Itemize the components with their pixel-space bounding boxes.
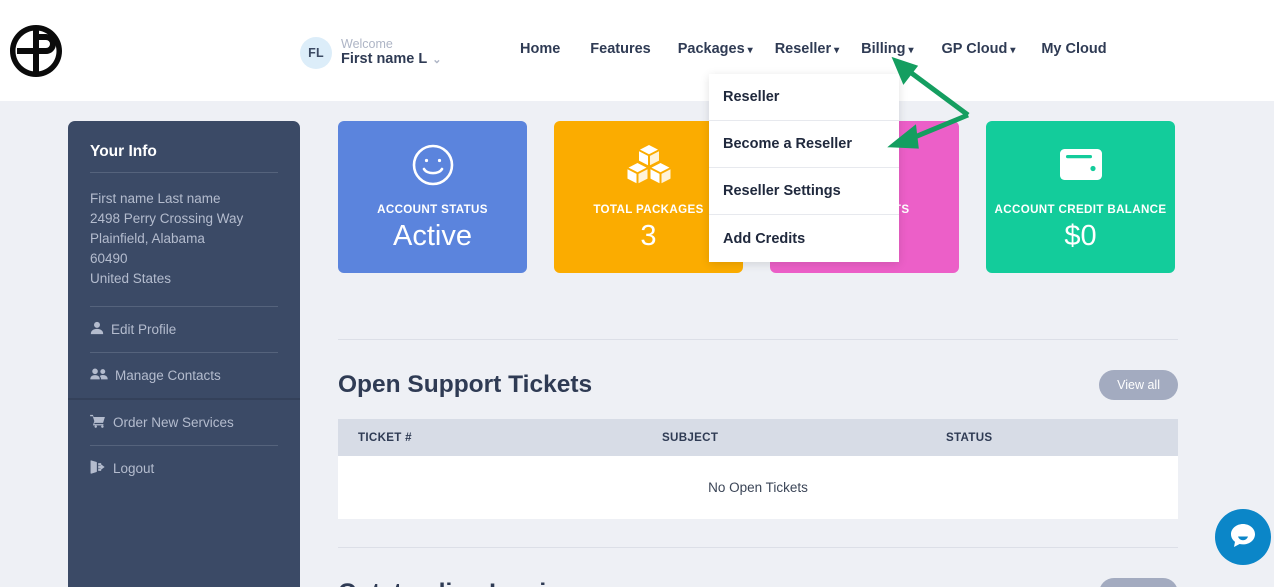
sidebar-item-logout[interactable]: Logout: [90, 446, 278, 491]
chat-bubble-icon: [1228, 520, 1258, 555]
column-header-subject: SUBJECT: [642, 419, 926, 456]
column-header-status: STATUS: [926, 419, 1178, 456]
top-header: FL Welcome First name L ⌄ Home Features …: [0, 0, 1274, 101]
users-icon: [90, 367, 108, 384]
section-divider-2: [338, 547, 1178, 548]
empty-state-message: No Open Tickets: [338, 456, 1178, 519]
dropdown-item-reseller-settings[interactable]: Reseller Settings: [709, 168, 899, 215]
nav-item-home-label: Home: [520, 41, 561, 57]
chevron-down-icon: ▾: [1010, 44, 1016, 56]
stat-card-value: Active: [393, 220, 472, 252]
nav-item-my-cloud-label: My Cloud: [1041, 41, 1107, 57]
nav-item-home[interactable]: Home: [520, 41, 560, 57]
column-header-ticket-number: TICKET #: [338, 419, 642, 456]
chevron-down-icon: ⌄: [432, 54, 442, 67]
sidebar-address-block: First name Last name 2498 Perry Crossing…: [90, 173, 278, 306]
nav-item-reseller[interactable]: Reseller ▾: [775, 41, 839, 57]
sidebar-item-order-new-services-label: Order New Services: [113, 415, 234, 430]
nav-item-packages[interactable]: Packages ▾: [678, 41, 753, 57]
stat-card-value: $0: [1064, 220, 1097, 252]
boxes-icon: [626, 141, 672, 189]
stat-card-label: ACCOUNT CREDIT BALANCE: [994, 203, 1167, 216]
reseller-dropdown-menu: Reseller Become a Reseller Reseller Sett…: [709, 74, 899, 262]
nav-item-gp-cloud[interactable]: GP Cloud ▾: [942, 41, 1016, 57]
sidebar-item-order-new-services[interactable]: Order New Services: [90, 400, 278, 445]
address-line-country: United States: [90, 271, 172, 286]
sidebar: Your Info First name Last name 2498 Perr…: [68, 121, 300, 587]
dropdown-item-become-a-reseller[interactable]: Become a Reseller: [709, 121, 899, 168]
chevron-down-icon: ▾: [747, 44, 753, 56]
dropdown-item-reseller-settings-label: Reseller Settings: [723, 183, 841, 199]
gp-monogram-logo[interactable]: [8, 22, 64, 80]
sidebar-item-edit-profile[interactable]: Edit Profile: [90, 307, 278, 352]
smiley-face-icon: [410, 141, 456, 189]
open-support-tickets-section: Open Support Tickets View all TICKET # S…: [338, 370, 1178, 519]
wallet-icon: [1058, 141, 1104, 189]
address-line-city-state: Plainfield, Alabama: [90, 231, 205, 246]
sidebar-title: Your Info: [90, 143, 157, 160]
table-header-row: TICKET # SUBJECT STATUS: [338, 419, 1178, 456]
shopping-cart-icon: [90, 414, 106, 431]
nav-item-gp-cloud-label: GP Cloud: [941, 41, 1008, 57]
chevron-down-icon: ▾: [908, 44, 914, 56]
dropdown-item-reseller[interactable]: Reseller: [709, 74, 899, 121]
outstanding-invoices-section: Outstanding Invoices View all: [338, 578, 1178, 587]
view-all-invoices-button[interactable]: View all: [1099, 578, 1178, 587]
section-divider-1: [338, 339, 1178, 340]
user-name: First name L ⌄: [341, 51, 442, 68]
dropdown-item-add-credits-label: Add Credits: [723, 230, 806, 247]
stat-card-label: TOTAL PACKAGES: [593, 203, 704, 216]
stat-card-account-status: ACCOUNT STATUS Active: [338, 121, 527, 273]
user-name-text: First name L: [341, 51, 428, 68]
avatar: FL: [300, 37, 332, 69]
nav-item-packages-label: Packages: [677, 41, 745, 57]
chevron-down-icon: ▾: [834, 44, 840, 56]
page-title-invoices: Outstanding Invoices: [338, 579, 587, 587]
view-all-tickets-button[interactable]: View all: [1099, 370, 1178, 400]
table-row-empty: No Open Tickets: [338, 456, 1178, 519]
dropdown-item-reseller-label: Reseller: [723, 89, 780, 105]
sidebar-item-logout-label: Logout: [113, 461, 155, 476]
sidebar-item-manage-contacts-label: Manage Contacts: [115, 368, 221, 383]
nav-item-reseller-label: Reseller: [774, 41, 832, 57]
main-nav: Home Features Packages ▾ Reseller ▾ Bill…: [520, 41, 1107, 57]
tickets-table: TICKET # SUBJECT STATUS No Open Tickets: [338, 419, 1178, 519]
address-line-zip: 60490: [90, 251, 128, 266]
dropdown-item-become-a-reseller-label: Become a Reseller: [723, 136, 852, 152]
nav-item-features[interactable]: Features: [590, 41, 650, 57]
stat-card-value: 3: [640, 220, 657, 252]
stat-card-account-credit-balance: ACCOUNT CREDIT BALANCE $0: [986, 121, 1175, 273]
user-icon: [90, 321, 104, 338]
sign-out-icon: [90, 460, 106, 477]
dropdown-item-add-credits[interactable]: Add Credits: [709, 215, 899, 262]
welcome-label: Welcome: [341, 36, 393, 51]
nav-item-billing-label: Billing: [861, 41, 906, 57]
nav-item-features-label: Features: [590, 41, 651, 57]
nav-item-billing[interactable]: Billing ▾: [861, 41, 913, 57]
address-line-street: 2498 Perry Crossing Way: [90, 211, 244, 226]
chat-widget-button[interactable]: [1215, 509, 1271, 565]
stat-card-label: ACCOUNT STATUS: [377, 203, 488, 216]
nav-item-my-cloud[interactable]: My Cloud: [1041, 41, 1106, 57]
page-title-tickets: Open Support Tickets: [338, 371, 593, 398]
address-line-name: First name Last name: [90, 191, 221, 206]
user-menu[interactable]: FL Welcome First name L ⌄: [300, 37, 441, 69]
sidebar-item-edit-profile-label: Edit Profile: [111, 322, 177, 337]
sidebar-item-manage-contacts[interactable]: Manage Contacts: [90, 353, 278, 398]
